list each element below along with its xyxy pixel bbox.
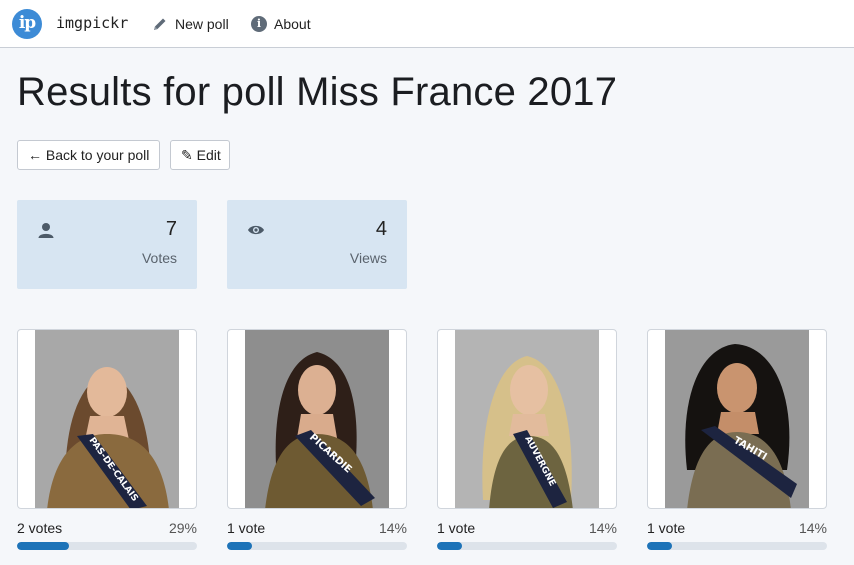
nav-about[interactable]: i About xyxy=(251,13,311,35)
page-title: Results for poll Miss France 2017 xyxy=(17,70,618,114)
nav-new-poll-label: New poll xyxy=(175,16,229,32)
vote-progress-fill xyxy=(437,542,463,550)
vote-progress-bar xyxy=(17,542,197,550)
top-navbar: ip imgpickr New poll i About xyxy=(0,0,854,48)
back-to-poll-button[interactable]: ← Back to your poll xyxy=(17,140,160,170)
views-label: Views xyxy=(349,250,387,266)
vote-progress-bar xyxy=(227,542,407,550)
vote-summary: 1 vote 14% xyxy=(647,520,827,536)
candidate-photo: TAHITI xyxy=(665,330,809,508)
brand-name[interactable]: imgpickr xyxy=(56,14,128,32)
votes-label: Votes xyxy=(141,250,177,266)
eye-icon xyxy=(248,225,264,235)
votes-stat-card: 7 Votes xyxy=(17,200,197,289)
vote-progress-bar xyxy=(437,542,617,550)
vote-progress-fill xyxy=(647,542,673,550)
candidate-image-card[interactable]: PICARDIE xyxy=(227,329,407,509)
views-stat-card: 4 Views xyxy=(227,200,407,289)
candidate-image-card[interactable]: PAS-DE-CALAIS xyxy=(17,329,197,509)
pencil-icon xyxy=(154,18,166,30)
candidate-photo: AUVERGNE xyxy=(455,330,599,508)
candidate-photo: PAS-DE-CALAIS xyxy=(35,330,179,508)
vote-percent: 14% xyxy=(588,520,617,536)
nav-new-poll[interactable]: New poll xyxy=(152,13,229,35)
vote-summary: 2 votes 29% xyxy=(17,520,197,536)
info-icon: i xyxy=(251,16,267,32)
vote-progress-fill xyxy=(227,542,253,550)
vote-progress-fill xyxy=(17,542,70,550)
vote-count: 1 vote xyxy=(227,520,266,536)
nav-about-label: About xyxy=(274,16,311,32)
vote-summary: 1 vote 14% xyxy=(437,520,617,536)
candidate-image-card[interactable]: TAHITI xyxy=(647,329,827,509)
votes-count: 7 xyxy=(165,218,177,240)
vote-summary: 1 vote 14% xyxy=(227,520,407,536)
vote-count: 2 votes xyxy=(17,520,63,536)
views-count: 4 xyxy=(375,218,387,240)
vote-percent: 14% xyxy=(378,520,407,536)
vote-count: 1 vote xyxy=(437,520,476,536)
user-icon xyxy=(38,223,54,238)
vote-percent: 14% xyxy=(798,520,827,536)
vote-progress-bar xyxy=(647,542,827,550)
vote-percent: 29% xyxy=(168,520,197,536)
candidate-photo: PICARDIE xyxy=(245,330,389,508)
logo[interactable]: ip xyxy=(12,9,42,39)
edit-button[interactable]: ✎ Edit xyxy=(170,140,230,170)
vote-count: 1 vote xyxy=(647,520,686,536)
candidate-image-card[interactable]: AUVERGNE xyxy=(437,329,617,509)
